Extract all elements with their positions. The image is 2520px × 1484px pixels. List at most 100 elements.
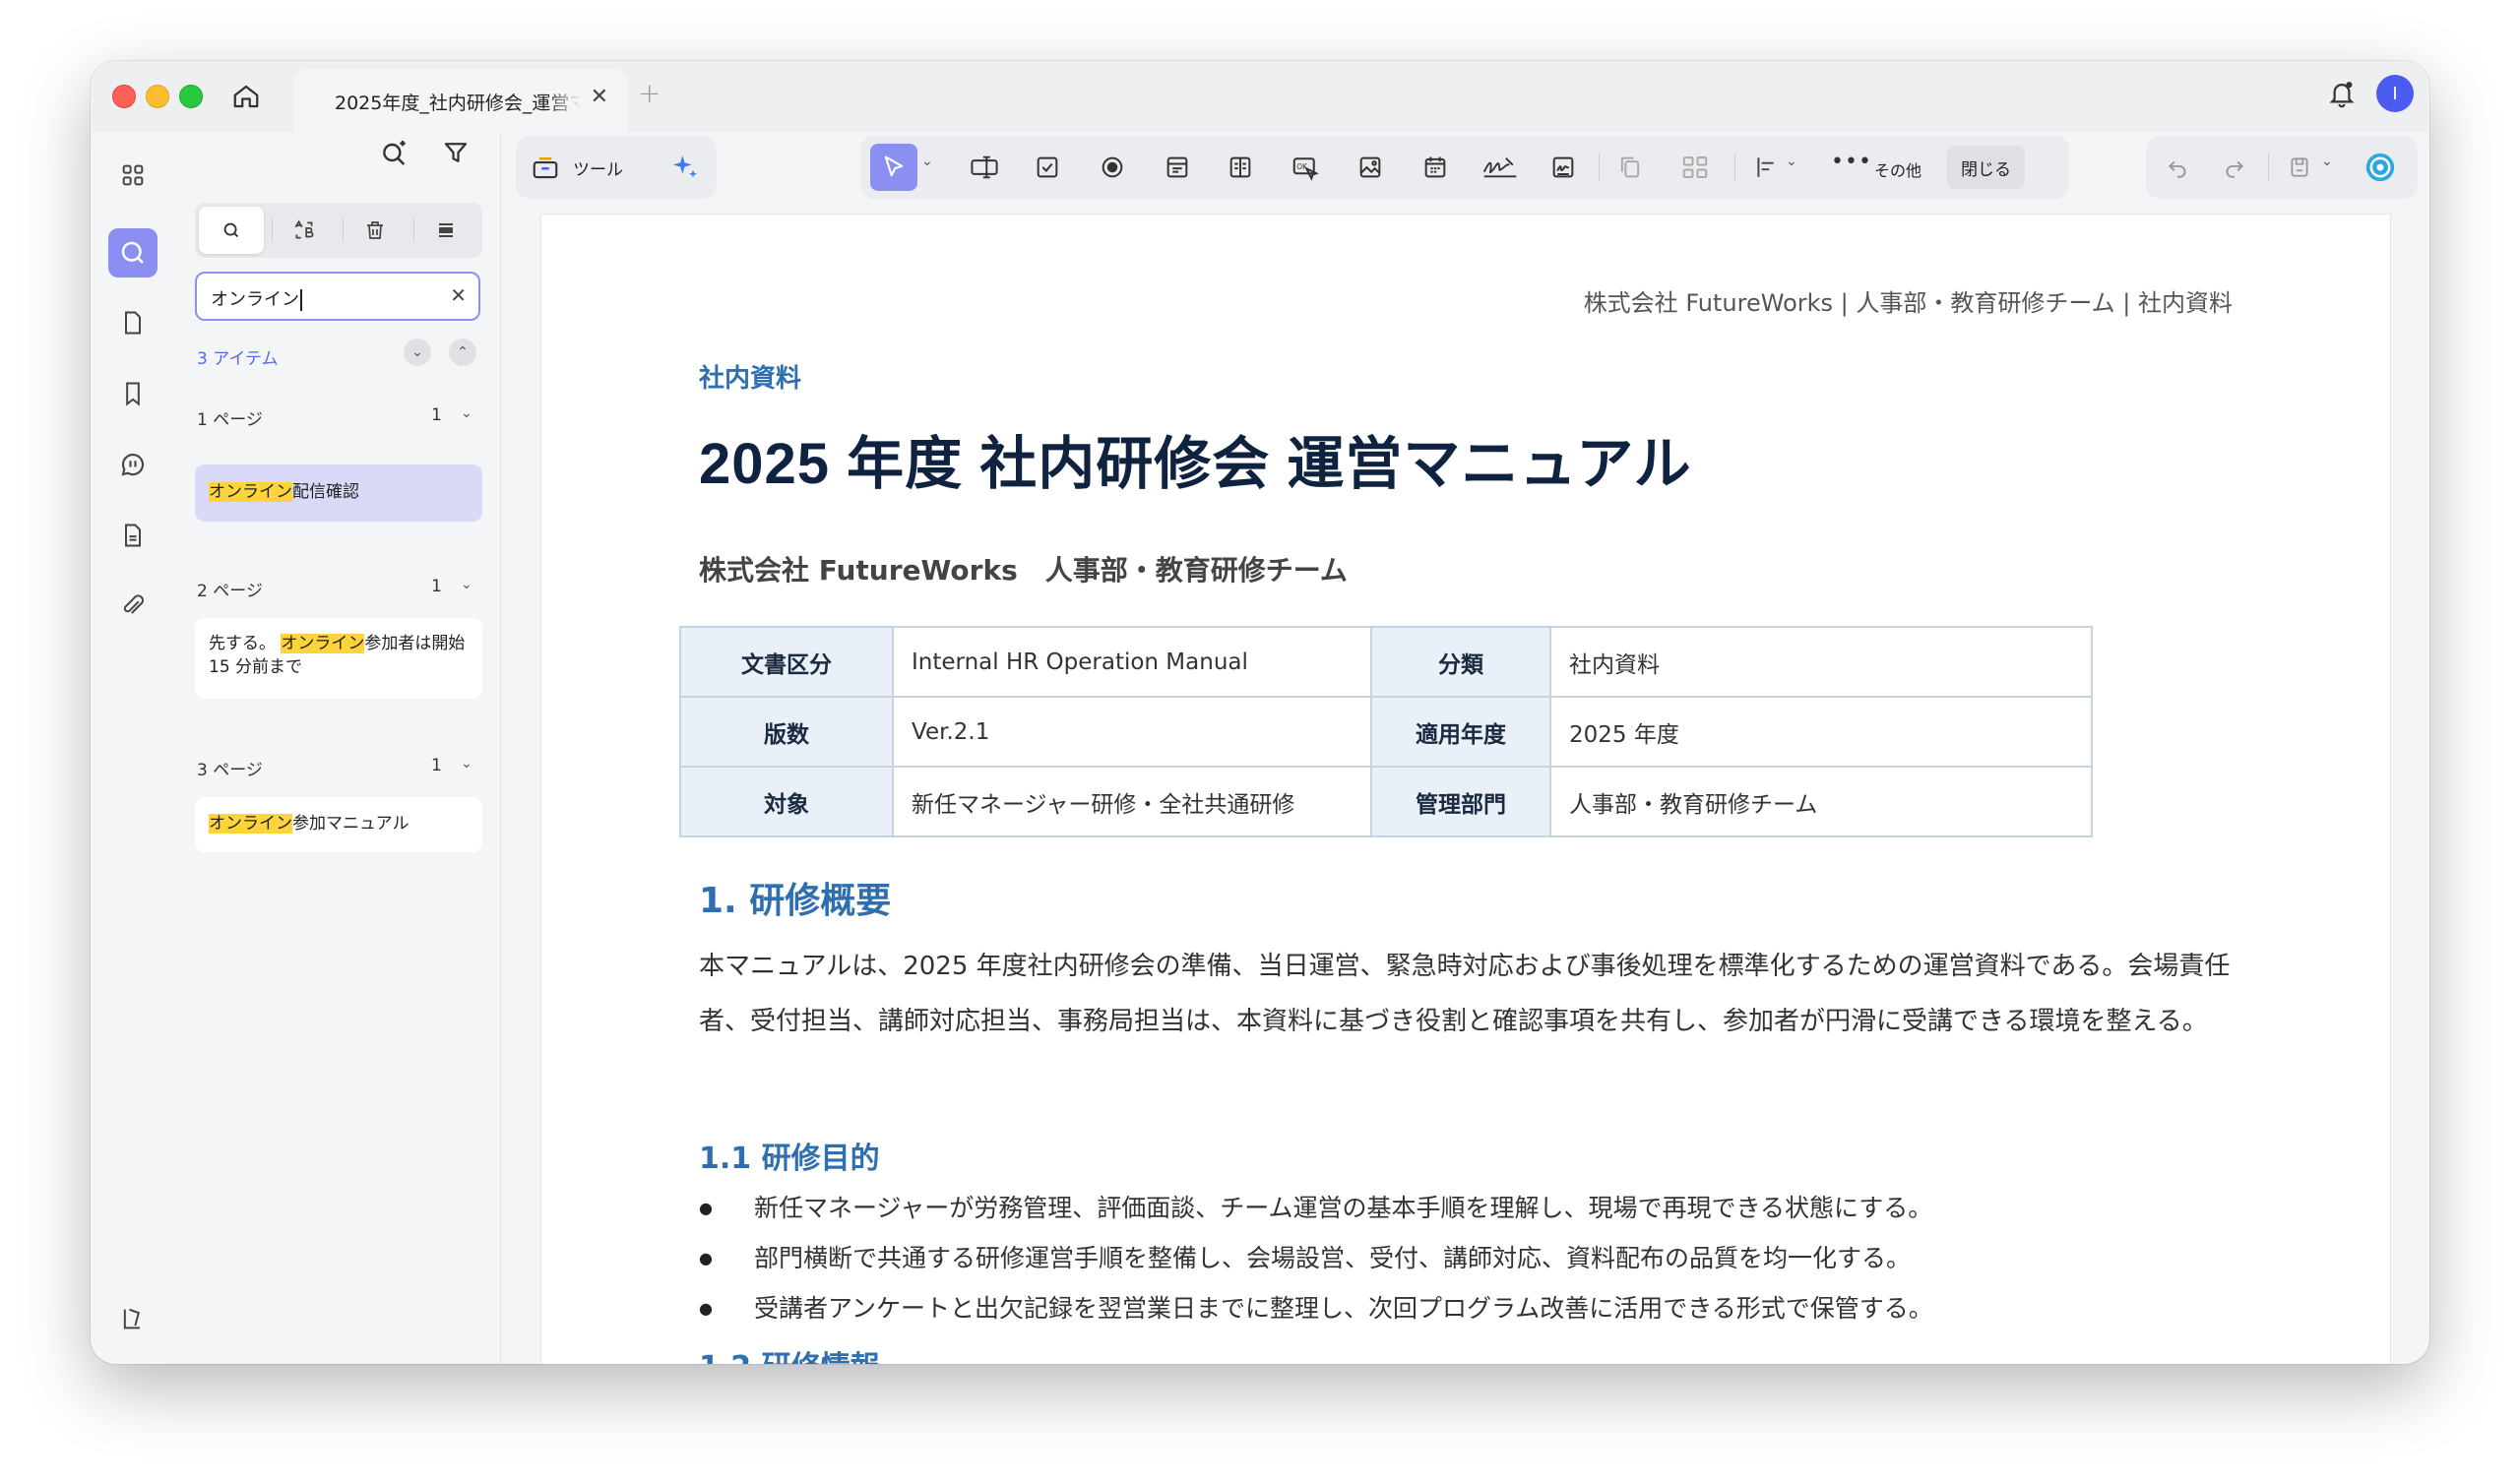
result-page-count: 1 bbox=[431, 756, 442, 775]
duplicate-icon[interactable] bbox=[1610, 148, 1650, 187]
result-snippet: 参加マニュアル bbox=[292, 814, 410, 834]
left-rail bbox=[91, 132, 176, 1364]
table-row: 文書区分 Internal HR Operation Manual 分類 社内資… bbox=[679, 626, 2093, 698]
tools-toolbox-icon[interactable] bbox=[526, 148, 565, 187]
tools-label[interactable]: ツール bbox=[573, 155, 623, 180]
align-left-icon[interactable] bbox=[1746, 148, 1786, 187]
table-key: 適用年度 bbox=[1370, 696, 1551, 768]
list-item: 受講者アンケートと出欠記録を翌営業日までに整理し、次回プログラム改善に活用できる… bbox=[699, 1283, 2274, 1333]
signature-icon[interactable] bbox=[1477, 148, 1524, 187]
close-window-button[interactable] bbox=[112, 85, 136, 108]
select-cursor-icon[interactable] bbox=[870, 144, 917, 191]
new-tab-button[interactable]: + bbox=[638, 77, 661, 109]
page-icon[interactable] bbox=[111, 301, 155, 344]
result-page-heading: 1 ページ bbox=[197, 410, 263, 430]
minimize-window-button[interactable] bbox=[146, 85, 169, 108]
app-window: 2025年度_社内研修会_運営マニュアル ✕ + I bbox=[91, 61, 2429, 1364]
tab-close-icon[interactable]: ✕ bbox=[591, 85, 608, 109]
save-icon[interactable] bbox=[2280, 148, 2319, 187]
search-mode-segmented bbox=[195, 203, 482, 258]
document-tag: 社内資料 bbox=[699, 364, 802, 394]
subsection-heading-partial: 1.2 研修情報 bbox=[699, 1342, 880, 1364]
result-page-count: 1 bbox=[431, 577, 442, 596]
search-input[interactable]: オンライン ✕ bbox=[195, 272, 480, 321]
table-key: 管理部門 bbox=[1370, 766, 1551, 837]
search-mode-find[interactable] bbox=[199, 207, 264, 254]
ai-search-icon[interactable] bbox=[376, 134, 413, 171]
attachment-icon[interactable] bbox=[111, 585, 155, 628]
search-result-item[interactable]: オンライン参加マニュアル bbox=[195, 797, 482, 852]
table-key: 文書区分 bbox=[679, 626, 894, 698]
search-result-item[interactable]: オンライン配信確認 bbox=[195, 464, 482, 522]
prev-result-chevron-up-icon[interactable]: ⌃ bbox=[449, 339, 476, 366]
list-item: 部門横断で共通する研修運営手順を整備し、会場設営、受付、講師対応、資料配布の品質… bbox=[699, 1233, 2274, 1283]
search-result-item[interactable]: 先する。 オンライン参加者は開始 15 分前まで bbox=[195, 618, 482, 699]
search-mode-redact[interactable] bbox=[413, 207, 478, 254]
thumbnails-grid-icon[interactable] bbox=[111, 154, 155, 197]
table-value: Ver.2.1 bbox=[892, 696, 1372, 768]
dropdown-field-icon[interactable] bbox=[1158, 148, 1197, 187]
comment-icon[interactable] bbox=[111, 443, 155, 486]
redo-icon[interactable] bbox=[2215, 148, 2254, 187]
result-page-heading: 2 ページ bbox=[197, 582, 263, 601]
section-body: 本マニュアルは、2025 年度社内研修会の準備、当日運営、緊急時対応および事後処… bbox=[699, 952, 2231, 1036]
collapse-chevron-icon[interactable]: ⌄ bbox=[461, 577, 472, 592]
align-dropdown-chevron-icon[interactable]: ⌄ bbox=[1786, 154, 1797, 169]
result-page-heading: 3 ページ bbox=[197, 761, 263, 780]
tools-group: ツール bbox=[516, 136, 717, 199]
text-field-icon[interactable] bbox=[965, 148, 1004, 187]
objectives-list: 新任マネージャーが労務管理、評価面談、チーム運営の基本手順を理解し、現場で再現で… bbox=[699, 1183, 2274, 1333]
radio-button-icon[interactable] bbox=[1093, 148, 1132, 187]
table-row: 版数 Ver.2.1 適用年度 2025 年度 bbox=[679, 696, 2093, 768]
next-result-chevron-down-icon[interactable]: ⌄ bbox=[404, 339, 431, 366]
tab-title: 2025年度_社内研修会_運営マニュアル bbox=[335, 93, 581, 114]
history-group: ⌄ bbox=[2146, 136, 2418, 199]
undo-icon[interactable] bbox=[2158, 148, 2197, 187]
search-query: オンライン bbox=[211, 289, 299, 310]
more-dots-icon[interactable]: ••• bbox=[1831, 150, 1872, 174]
list-box-icon[interactable] bbox=[1221, 148, 1260, 187]
grid-arrange-icon[interactable] bbox=[1675, 148, 1715, 187]
svg-text:OK: OK bbox=[1296, 162, 1308, 171]
edit-tools-group: ⌄ OK ⌄ ••• その他 閉じる bbox=[860, 136, 2069, 199]
library-icon[interactable] bbox=[111, 1297, 155, 1340]
result-match: オンライン bbox=[209, 814, 292, 834]
close-edit-button[interactable]: 閉じる bbox=[1947, 146, 2025, 189]
zoom-window-button[interactable] bbox=[179, 85, 203, 108]
home-icon[interactable] bbox=[226, 77, 266, 116]
document-running-header: 株式会社 FutureWorks | 人事部・教育研修チーム | 社内資料 bbox=[1583, 289, 2233, 317]
table-row: 対象 新任マネージャー研修・全社共通研修 管理部門 人事部・教育研修チーム bbox=[679, 766, 2093, 837]
more-label[interactable]: その他 bbox=[1874, 157, 1922, 181]
document-tab[interactable]: 2025年度_社内研修会_運営マニュアル ✕ bbox=[293, 69, 628, 132]
table-value: 新任マネージャー研修・全社共通研修 bbox=[892, 766, 1372, 837]
date-field-icon[interactable] bbox=[1416, 148, 1455, 187]
form-page-icon[interactable] bbox=[111, 514, 155, 557]
user-avatar[interactable]: I bbox=[2376, 75, 2414, 112]
collapse-chevron-icon[interactable]: ⌄ bbox=[461, 756, 472, 772]
button-field-icon[interactable]: OK bbox=[1286, 148, 1325, 187]
document-title: 2025 年度 社内研修会 運営マニュアル bbox=[699, 432, 1692, 496]
result-snippet-before: 先する。 bbox=[209, 634, 276, 653]
clear-search-icon[interactable]: ✕ bbox=[450, 283, 467, 307]
digital-signature-icon[interactable] bbox=[1544, 148, 1583, 187]
ai-assistant-icon[interactable] bbox=[2361, 148, 2400, 187]
document-page: 株式会社 FutureWorks | 人事部・教育研修チーム | 社内資料 社内… bbox=[541, 215, 2390, 1364]
table-value: 2025 年度 bbox=[1549, 696, 2093, 768]
save-dropdown-chevron-icon[interactable]: ⌄ bbox=[2321, 154, 2333, 169]
table-value: Internal HR Operation Manual bbox=[892, 626, 1372, 698]
checkbox-icon[interactable] bbox=[1028, 148, 1067, 187]
filter-icon[interactable] bbox=[437, 134, 474, 171]
result-page-count: 1 bbox=[431, 405, 442, 425]
table-value: 社内資料 bbox=[1549, 626, 2093, 698]
ai-sparkle-icon[interactable] bbox=[665, 148, 705, 187]
search-mode-replace[interactable] bbox=[272, 207, 337, 254]
image-field-icon[interactable] bbox=[1351, 148, 1390, 187]
notification-bell-icon[interactable] bbox=[2327, 79, 2357, 114]
result-snippet: 配信確認 bbox=[292, 482, 359, 502]
search-mode-delete[interactable] bbox=[343, 207, 408, 254]
select-dropdown-chevron-icon[interactable]: ⌄ bbox=[921, 154, 933, 169]
search-rail-icon[interactable] bbox=[108, 228, 158, 278]
collapse-chevron-icon[interactable]: ⌄ bbox=[461, 405, 472, 421]
bookmark-icon[interactable] bbox=[111, 372, 155, 415]
document-meta-table: 文書区分 Internal HR Operation Manual 分類 社内資… bbox=[679, 626, 2093, 837]
